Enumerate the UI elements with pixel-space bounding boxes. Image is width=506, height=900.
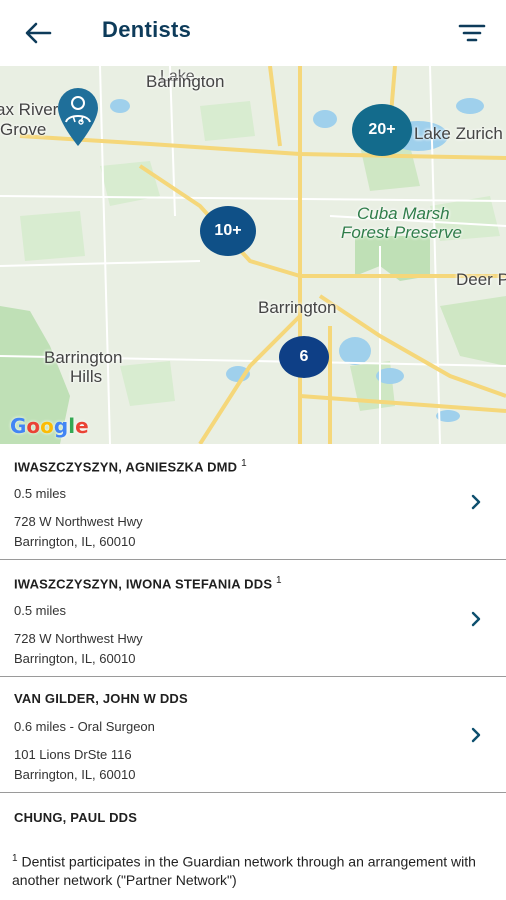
map-label-barrington-hills: Barrington [44, 348, 123, 367]
map-label-hills: Hills [70, 367, 103, 386]
provider-name: CHUNG, PAUL DDS [14, 810, 138, 825]
map-label-grove: Grove [0, 120, 47, 139]
provider-list-item[interactable]: IWASZCZYSZYN, IWONA STEFANIA DDS 1 0.5 m… [0, 561, 506, 677]
provider-distance: 0.6 miles - Oral Surgeon [14, 719, 155, 734]
map-label-deer-park: Deer P [456, 270, 506, 289]
location-pin[interactable] [54, 86, 102, 148]
map-cluster-20plus[interactable]: 20+ [352, 104, 412, 156]
chevron-right-icon [471, 494, 481, 510]
provider-address-line2: Barrington, IL, 60010 [14, 534, 136, 549]
app-header: Dentists [0, 0, 506, 66]
provider-address-line2: Barrington, IL, 60010 [14, 767, 136, 782]
filter-icon [458, 24, 486, 42]
provider-list-item[interactable]: IWASZCZYSZYN, AGNIESZKA DMD 1 0.5 miles … [0, 444, 506, 560]
provider-address-line2: Barrington, IL, 60010 [14, 651, 136, 666]
map-view[interactable]: Lake Barrington ax River Grove Lake Zuri… [0, 66, 506, 444]
provider-address-line1: 101 Lions DrSte 116 [14, 747, 132, 762]
provider-list-item[interactable]: VAN GILDER, JOHN W DDS 0.6 miles - Oral … [0, 677, 506, 793]
dentist-pin-icon [58, 88, 98, 146]
arrow-left-icon [25, 22, 52, 44]
provider-list-item-partial[interactable]: CHUNG, PAUL DDS 1 Dentist participates i… [0, 793, 506, 900]
provider-name: VAN GILDER, JOHN W DDS [14, 691, 188, 706]
provider-address-line1: 728 W Northwest Hwy [14, 514, 143, 529]
map-label-barrington: Barrington [258, 298, 337, 317]
page-title: Dentists [102, 17, 192, 42]
filter-button[interactable] [456, 20, 488, 46]
map-label-forest-preserve: Forest Preserve [341, 223, 462, 242]
provider-name: IWASZCZYSZYN, IWONA STEFANIA DDS 1 [14, 575, 282, 592]
provider-distance: 0.5 miles [14, 486, 67, 501]
chevron-right-icon [471, 727, 481, 743]
back-button[interactable] [22, 18, 54, 48]
map-label-lake-barrington: Barrington [146, 72, 225, 91]
provider-address-line1: 728 W Northwest Hwy [14, 631, 143, 646]
chevron-right-icon [471, 611, 481, 627]
google-logo: Google [10, 414, 89, 438]
provider-name: IWASZCZYSZYN, AGNIESZKA DMD 1 [14, 458, 247, 475]
network-footnote: 1 Dentist participates in the Guardian n… [12, 853, 476, 888]
map-label-lake-zurich: Lake Zurich [414, 124, 503, 143]
map-cluster-10plus[interactable]: 10+ [200, 206, 256, 256]
map-label-cuba-marsh: Cuba Marsh [357, 204, 450, 223]
map-label-fox-river: ax River [0, 100, 59, 119]
provider-distance: 0.5 miles [14, 603, 67, 618]
map-cluster-6[interactable]: 6 [279, 336, 329, 378]
